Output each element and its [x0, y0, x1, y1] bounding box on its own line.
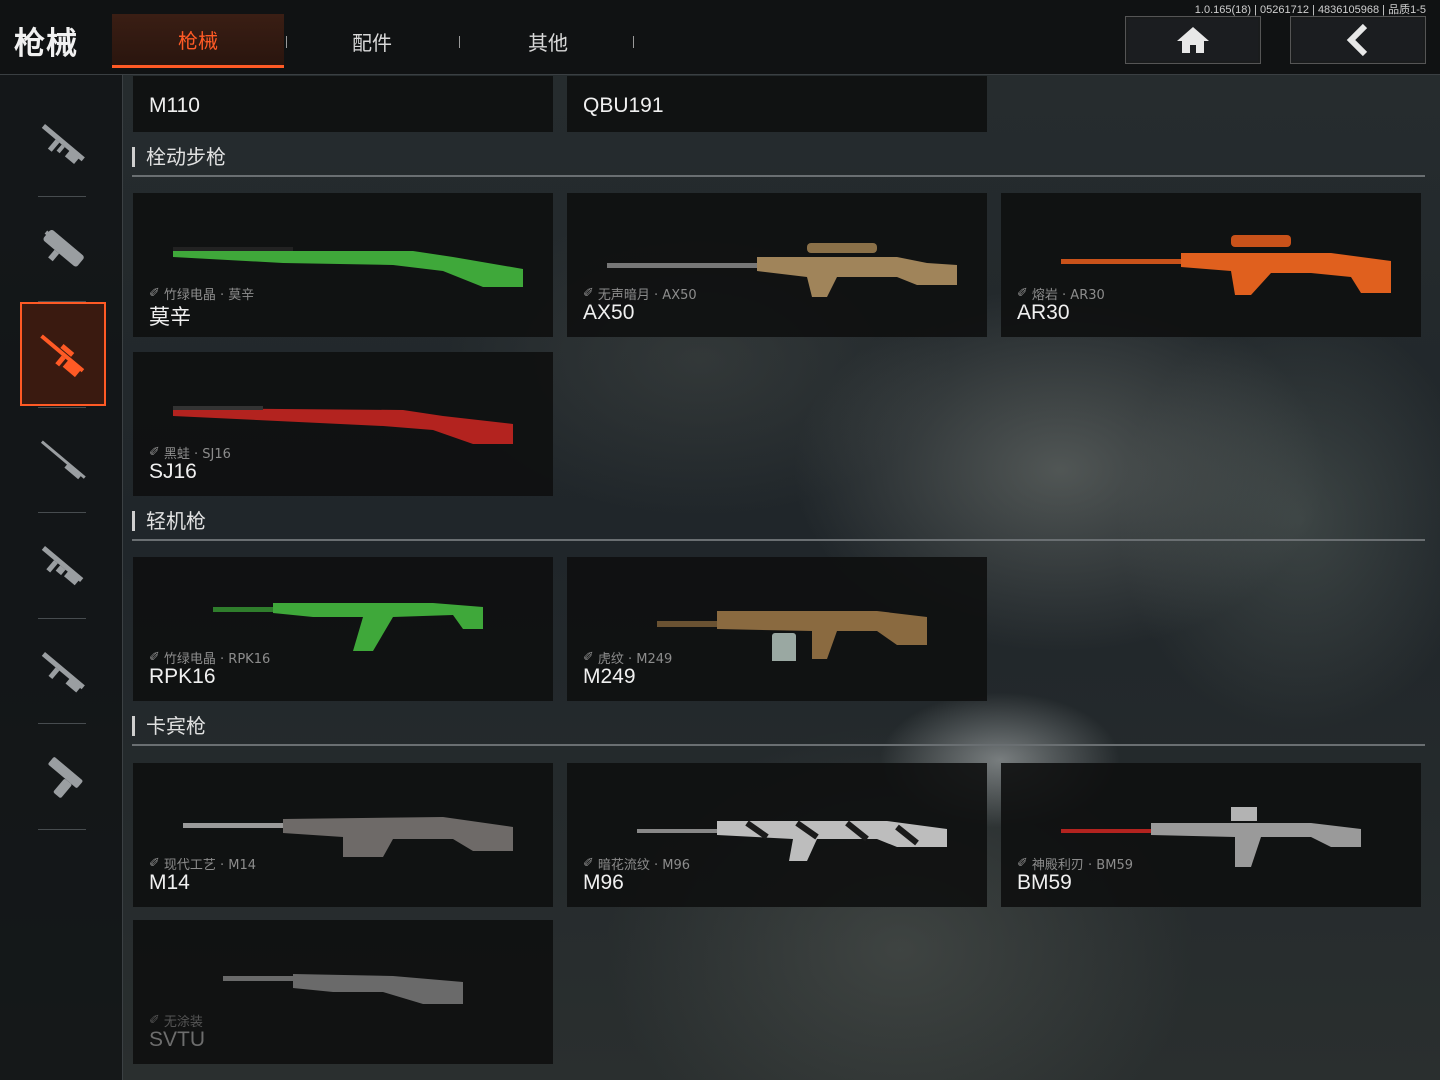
category-sidebar — [0, 75, 123, 1080]
weapon-name: RPK16 — [149, 665, 216, 688]
home-button[interactable] — [1125, 16, 1261, 64]
paintbrush-icon: ✐ — [1017, 856, 1028, 871]
weapon-card[interactable]: ✐ 竹绿电晶 · RPK16 RPK16 — [133, 557, 553, 701]
weapon-card[interactable]: ✐ 竹绿电晶 · 莫辛 莫辛 — [133, 193, 553, 337]
weapon-card[interactable]: ✐ 黑蛙 · SJ16 SJ16 — [133, 352, 553, 496]
tab-other[interactable]: 其他 — [462, 14, 634, 68]
lmg-icon — [41, 545, 84, 586]
back-button[interactable] — [1290, 16, 1426, 64]
weapon-card[interactable]: ✐ 无声暗月 · AX50 AX50 — [567, 193, 987, 337]
section-divider — [132, 744, 1425, 746]
weapon-name: AR30 — [1017, 301, 1070, 324]
sidebar-item-shotgun[interactable] — [20, 619, 106, 723]
tab-attachments[interactable]: 配件 — [286, 14, 458, 68]
weapon-name: BM59 — [1017, 871, 1072, 894]
assault-rifle-icon — [41, 123, 85, 165]
sidebar-item-sniper[interactable] — [20, 302, 106, 406]
sidebar-item-lmg[interactable] — [20, 513, 106, 617]
paintbrush-icon: ✐ — [149, 1013, 160, 1028]
pistol-icon — [48, 757, 83, 798]
section-divider — [132, 539, 1425, 541]
weapon-name: QBU191 — [583, 94, 664, 117]
weapon-name: AX50 — [583, 301, 635, 324]
chevron-left-icon — [1346, 24, 1368, 56]
weapon-name: SJ16 — [149, 460, 197, 483]
tab-divider — [459, 36, 460, 48]
paintbrush-icon: ✐ — [1017, 286, 1028, 301]
sniper-rifle-icon — [40, 334, 85, 378]
marksman-rifle-icon — [40, 440, 86, 480]
shotgun-icon — [41, 651, 85, 693]
weapon-card-partial[interactable]: M110 — [133, 76, 553, 132]
weapon-name: M96 — [583, 871, 624, 894]
sidebar-item-smg[interactable] — [20, 197, 106, 301]
paintbrush-icon: ✐ — [149, 650, 160, 665]
weapon-card[interactable]: ✐ 暗花流纹 · M96 M96 — [567, 763, 987, 907]
paintbrush-icon: ✐ — [149, 856, 160, 871]
tab-guns[interactable]: 枪械 — [112, 14, 284, 68]
version-text: 1.0.165(18) | 05261712 | 4836105968 | 品质… — [1194, 4, 1426, 16]
weapon-card[interactable]: ✐ 熔岩 · AR30 AR30 — [1001, 193, 1421, 337]
weapon-name: M14 — [149, 871, 190, 894]
section-title-lmg: 轻机枪 — [132, 511, 206, 531]
home-icon — [1177, 27, 1209, 53]
paintbrush-icon: ✐ — [583, 286, 594, 301]
paintbrush-icon: ✐ — [149, 286, 160, 301]
top-bar: 枪械 枪械 配件 其他 1.0.165(18) | 05261712 | 483… — [0, 0, 1440, 75]
weapon-name: M249 — [583, 665, 636, 688]
weapon-name: 莫辛 — [149, 306, 191, 329]
section-title-bolt-action: 栓动步枪 — [132, 147, 226, 167]
sidebar-item-pistol[interactable] — [20, 725, 106, 829]
weapon-card[interactable]: ✐ 虎纹 · M249 M249 — [567, 557, 987, 701]
sidebar-item-assault-rifle[interactable] — [20, 91, 106, 195]
paintbrush-icon: ✐ — [583, 650, 594, 665]
paintbrush-icon: ✐ — [583, 856, 594, 871]
weapon-name: SVTU — [149, 1028, 206, 1051]
section-divider — [132, 175, 1425, 177]
weapon-card[interactable]: ✐ 无涂装 SVTU — [133, 920, 553, 1064]
weapon-card[interactable]: ✐ 现代工艺 · M14 M14 — [133, 763, 553, 907]
weapon-image — [223, 974, 463, 1004]
smg-icon — [43, 229, 84, 267]
sidebar-divider — [38, 723, 86, 724]
weapon-card[interactable]: ✐ 神殿利刃 · BM59 BM59 — [1001, 763, 1421, 907]
sidebar-divider — [38, 829, 86, 830]
weapon-card-partial[interactable]: QBU191 — [567, 76, 987, 132]
page-title: 枪械 — [14, 26, 78, 62]
section-title-carbine: 卡宾枪 — [132, 716, 206, 736]
sidebar-item-marksman[interactable] — [20, 408, 106, 512]
weapon-name: M110 — [149, 94, 200, 117]
tab-divider — [633, 36, 634, 48]
paintbrush-icon: ✐ — [149, 445, 160, 460]
